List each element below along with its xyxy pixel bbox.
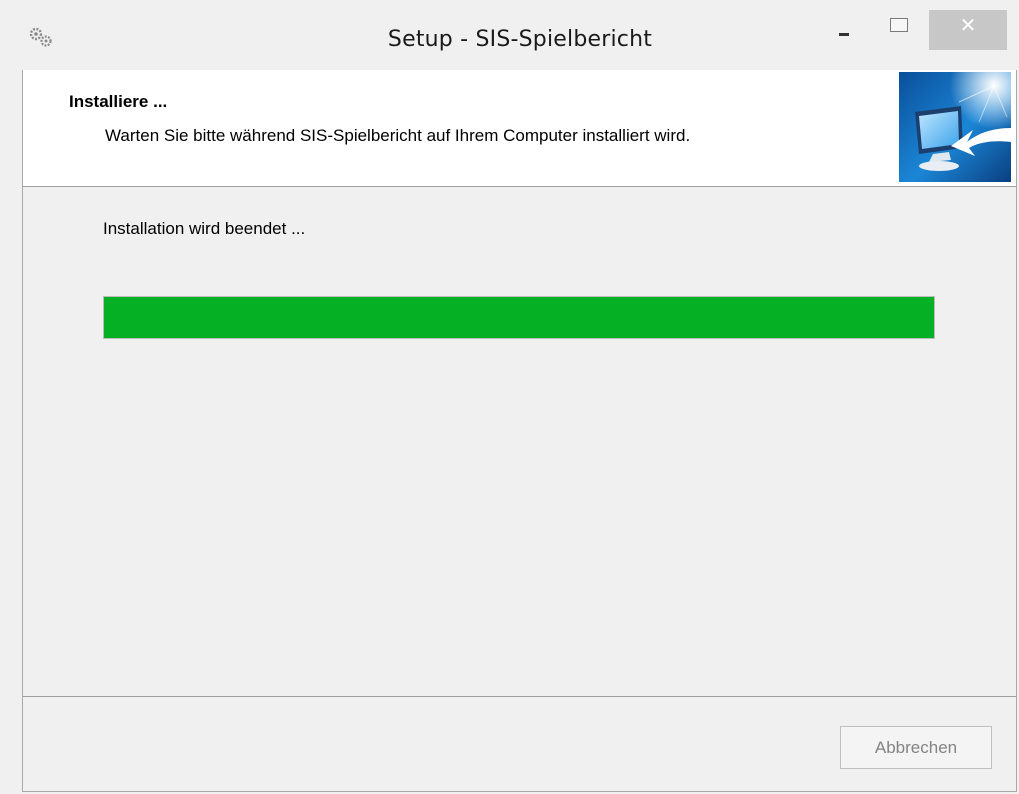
setup-window: Setup - SIS-Spielbericht ✕ Installiere .… — [0, 0, 1019, 794]
maximize-icon — [890, 18, 908, 32]
title-bar[interactable]: Setup - SIS-Spielbericht ✕ — [0, 0, 1019, 70]
progress-bar — [103, 296, 935, 339]
close-button[interactable]: ✕ — [929, 10, 1007, 50]
wizard-header: Installiere ... Warten Sie bitte während… — [23, 70, 1016, 187]
status-text: Installation wird beendet ... — [103, 219, 306, 238]
close-icon: ✕ — [959, 13, 977, 37]
maximize-button[interactable] — [876, 10, 922, 50]
page-subtitle: Warten Sie bitte während SIS-Spielberich… — [105, 126, 691, 145]
minimize-button[interactable] — [826, 10, 866, 50]
footer-divider — [23, 696, 1016, 697]
wizard-content: Installiere ... Warten Sie bitte während… — [22, 70, 1017, 792]
page-title: Installiere ... — [69, 92, 168, 111]
progress-bar-fill — [104, 297, 934, 338]
cancel-button[interactable]: Abbrechen — [840, 726, 992, 769]
minimize-icon — [839, 33, 849, 36]
window-title: Setup - SIS-Spielbericht — [387, 27, 653, 52]
computer-install-icon — [899, 72, 1011, 182]
